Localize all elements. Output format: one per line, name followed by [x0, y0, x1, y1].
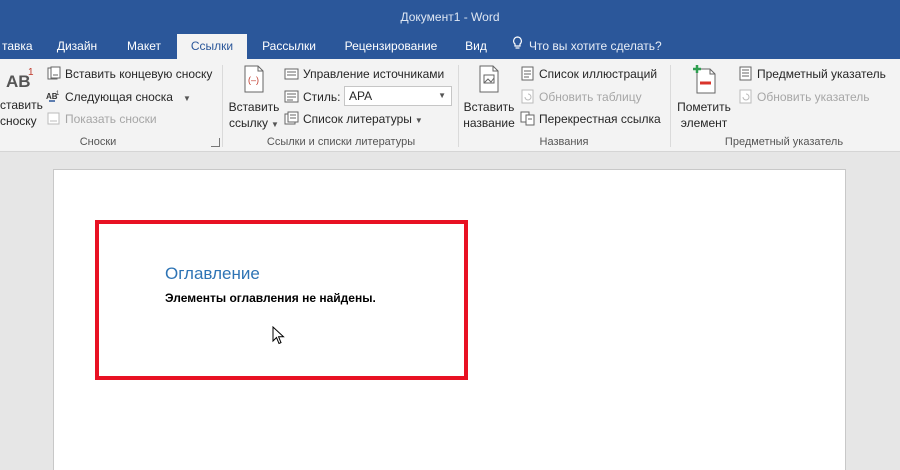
ribbon-tabs: тавка Дизайн Макет Ссылки Рассылки Рецен…	[0, 34, 900, 59]
bibliography-icon	[284, 111, 299, 126]
bibliography-button[interactable]: Список литературы ▼	[284, 109, 423, 129]
next-footnote-button[interactable]: AB 1 Следующая сноска ▼	[46, 87, 191, 107]
insert-endnote-label: Вставить концевую сноску	[65, 67, 213, 81]
insert-caption-label-1: Вставить	[463, 100, 515, 114]
insert-citation-label-2-text: ссылку	[229, 116, 269, 130]
tab-layout[interactable]: Макет	[116, 34, 172, 59]
chevron-down-icon: ▼	[271, 120, 279, 129]
update-index-label: Обновить указатель	[757, 90, 870, 104]
style-icon	[284, 89, 299, 104]
manage-sources-icon	[284, 66, 299, 81]
cross-reference-icon	[520, 111, 535, 126]
cross-reference-button[interactable]: Перекрестная ссылка	[520, 109, 661, 129]
insert-citation-label-2: ссылку ▼	[228, 115, 280, 133]
tab-view[interactable]: Вид	[458, 34, 494, 59]
endnote-icon	[46, 66, 61, 81]
word-window: Документ1 - Word тавка Дизайн Макет Ссыл…	[0, 0, 900, 470]
chevron-down-icon: ▼	[438, 91, 446, 100]
style-select-value: APA	[349, 89, 373, 103]
tab-design[interactable]: Дизайн	[46, 34, 108, 59]
update-table-button[interactable]: Обновить таблицу	[520, 87, 642, 107]
manage-sources-label: Управление источниками	[303, 67, 445, 81]
refresh-icon	[738, 89, 753, 104]
svg-text:1: 1	[56, 91, 60, 97]
style-label-text: Стиль:	[303, 90, 341, 104]
refresh-icon	[520, 89, 535, 104]
next-footnote-label: Следующая сноска	[65, 90, 173, 104]
svg-text:(–): (–)	[248, 75, 259, 85]
insert-footnote-button[interactable]: AB 1 ставить сноску	[0, 63, 43, 129]
show-notes-icon	[46, 111, 61, 126]
show-notes-button[interactable]: Показать сноски	[46, 109, 157, 129]
title-bar: Документ1 - Word	[0, 0, 900, 34]
insert-caption-button[interactable]: Вставить название	[462, 63, 516, 131]
group-label-citations: Ссылки и списки литературы	[266, 136, 416, 148]
update-table-label: Обновить таблицу	[539, 90, 642, 104]
group-separator	[458, 65, 459, 147]
lightbulb-icon	[512, 34, 523, 59]
dialog-launcher-icon[interactable]	[211, 138, 220, 147]
tab-references[interactable]: Ссылки	[177, 34, 247, 59]
mouse-pointer-icon	[272, 325, 286, 346]
tell-me-text: Что вы хотите сделать?	[529, 39, 662, 53]
update-index-button[interactable]: Обновить указатель	[738, 87, 870, 107]
table-of-figures-button[interactable]: Список иллюстраций	[520, 64, 657, 84]
group-label-footnotes: Сноски	[79, 136, 117, 148]
insert-footnote-label-1: ставить	[0, 98, 43, 112]
tab-mailings[interactable]: Рассылки	[254, 34, 324, 59]
mark-entry-label-1: Пометить	[677, 100, 731, 114]
group-separator	[670, 65, 671, 147]
toc-empty-message[interactable]: Элементы оглавления не найдены.	[165, 291, 376, 305]
index-icon	[738, 66, 753, 81]
group-separator	[222, 65, 223, 147]
ribbon: AB 1 ставить сноску Вставить концевую сно…	[0, 59, 900, 152]
mark-entry-button[interactable]: Пометить элемент	[674, 63, 734, 131]
insert-citation-label-1: Вставить	[228, 100, 280, 114]
svg-text:AB: AB	[6, 72, 31, 91]
bibliography-label: Список литературы	[303, 112, 412, 126]
insert-index-button[interactable]: Предметный указатель	[738, 64, 886, 84]
svg-text:1: 1	[28, 67, 34, 78]
window-title: Документ1 - Word	[400, 10, 500, 24]
chevron-down-icon: ▼	[414, 116, 423, 125]
toc-title[interactable]: Оглавление	[165, 264, 260, 284]
citation-icon: (–)	[228, 63, 280, 99]
mark-entry-label-2: элемент	[680, 116, 728, 130]
group-label-captions: Названия	[539, 136, 589, 148]
insert-footnote-label-2: сноску	[0, 114, 37, 128]
tab-review[interactable]: Рецензирование	[336, 34, 446, 59]
style-label: Стиль:	[284, 87, 340, 107]
chevron-down-icon: ▼	[182, 94, 191, 103]
show-notes-label: Показать сноски	[65, 112, 157, 126]
manage-sources-button[interactable]: Управление источниками	[284, 64, 444, 84]
insert-index-label: Предметный указатель	[757, 67, 886, 81]
cross-reference-label: Перекрестная ссылка	[539, 112, 661, 126]
group-label-index: Предметный указатель	[724, 136, 844, 148]
insert-endnote-button[interactable]: Вставить концевую сноску	[46, 64, 212, 84]
next-footnote-icon: AB 1	[46, 89, 61, 104]
insert-citation-button[interactable]: (–) Вставить ссылку ▼	[228, 63, 280, 133]
style-select[interactable]: APA ▼	[344, 86, 452, 106]
table-of-figures-label: Список иллюстраций	[539, 67, 658, 81]
tab-insert[interactable]: тавка	[0, 34, 33, 59]
insert-caption-icon	[462, 63, 516, 99]
tell-me-box[interactable]: Что вы хотите сделать?	[512, 34, 662, 59]
mark-entry-icon	[674, 63, 734, 99]
table-of-figures-icon	[520, 66, 535, 81]
insert-caption-label-2: название	[463, 116, 515, 130]
footnote-icon: AB 1	[0, 63, 42, 97]
